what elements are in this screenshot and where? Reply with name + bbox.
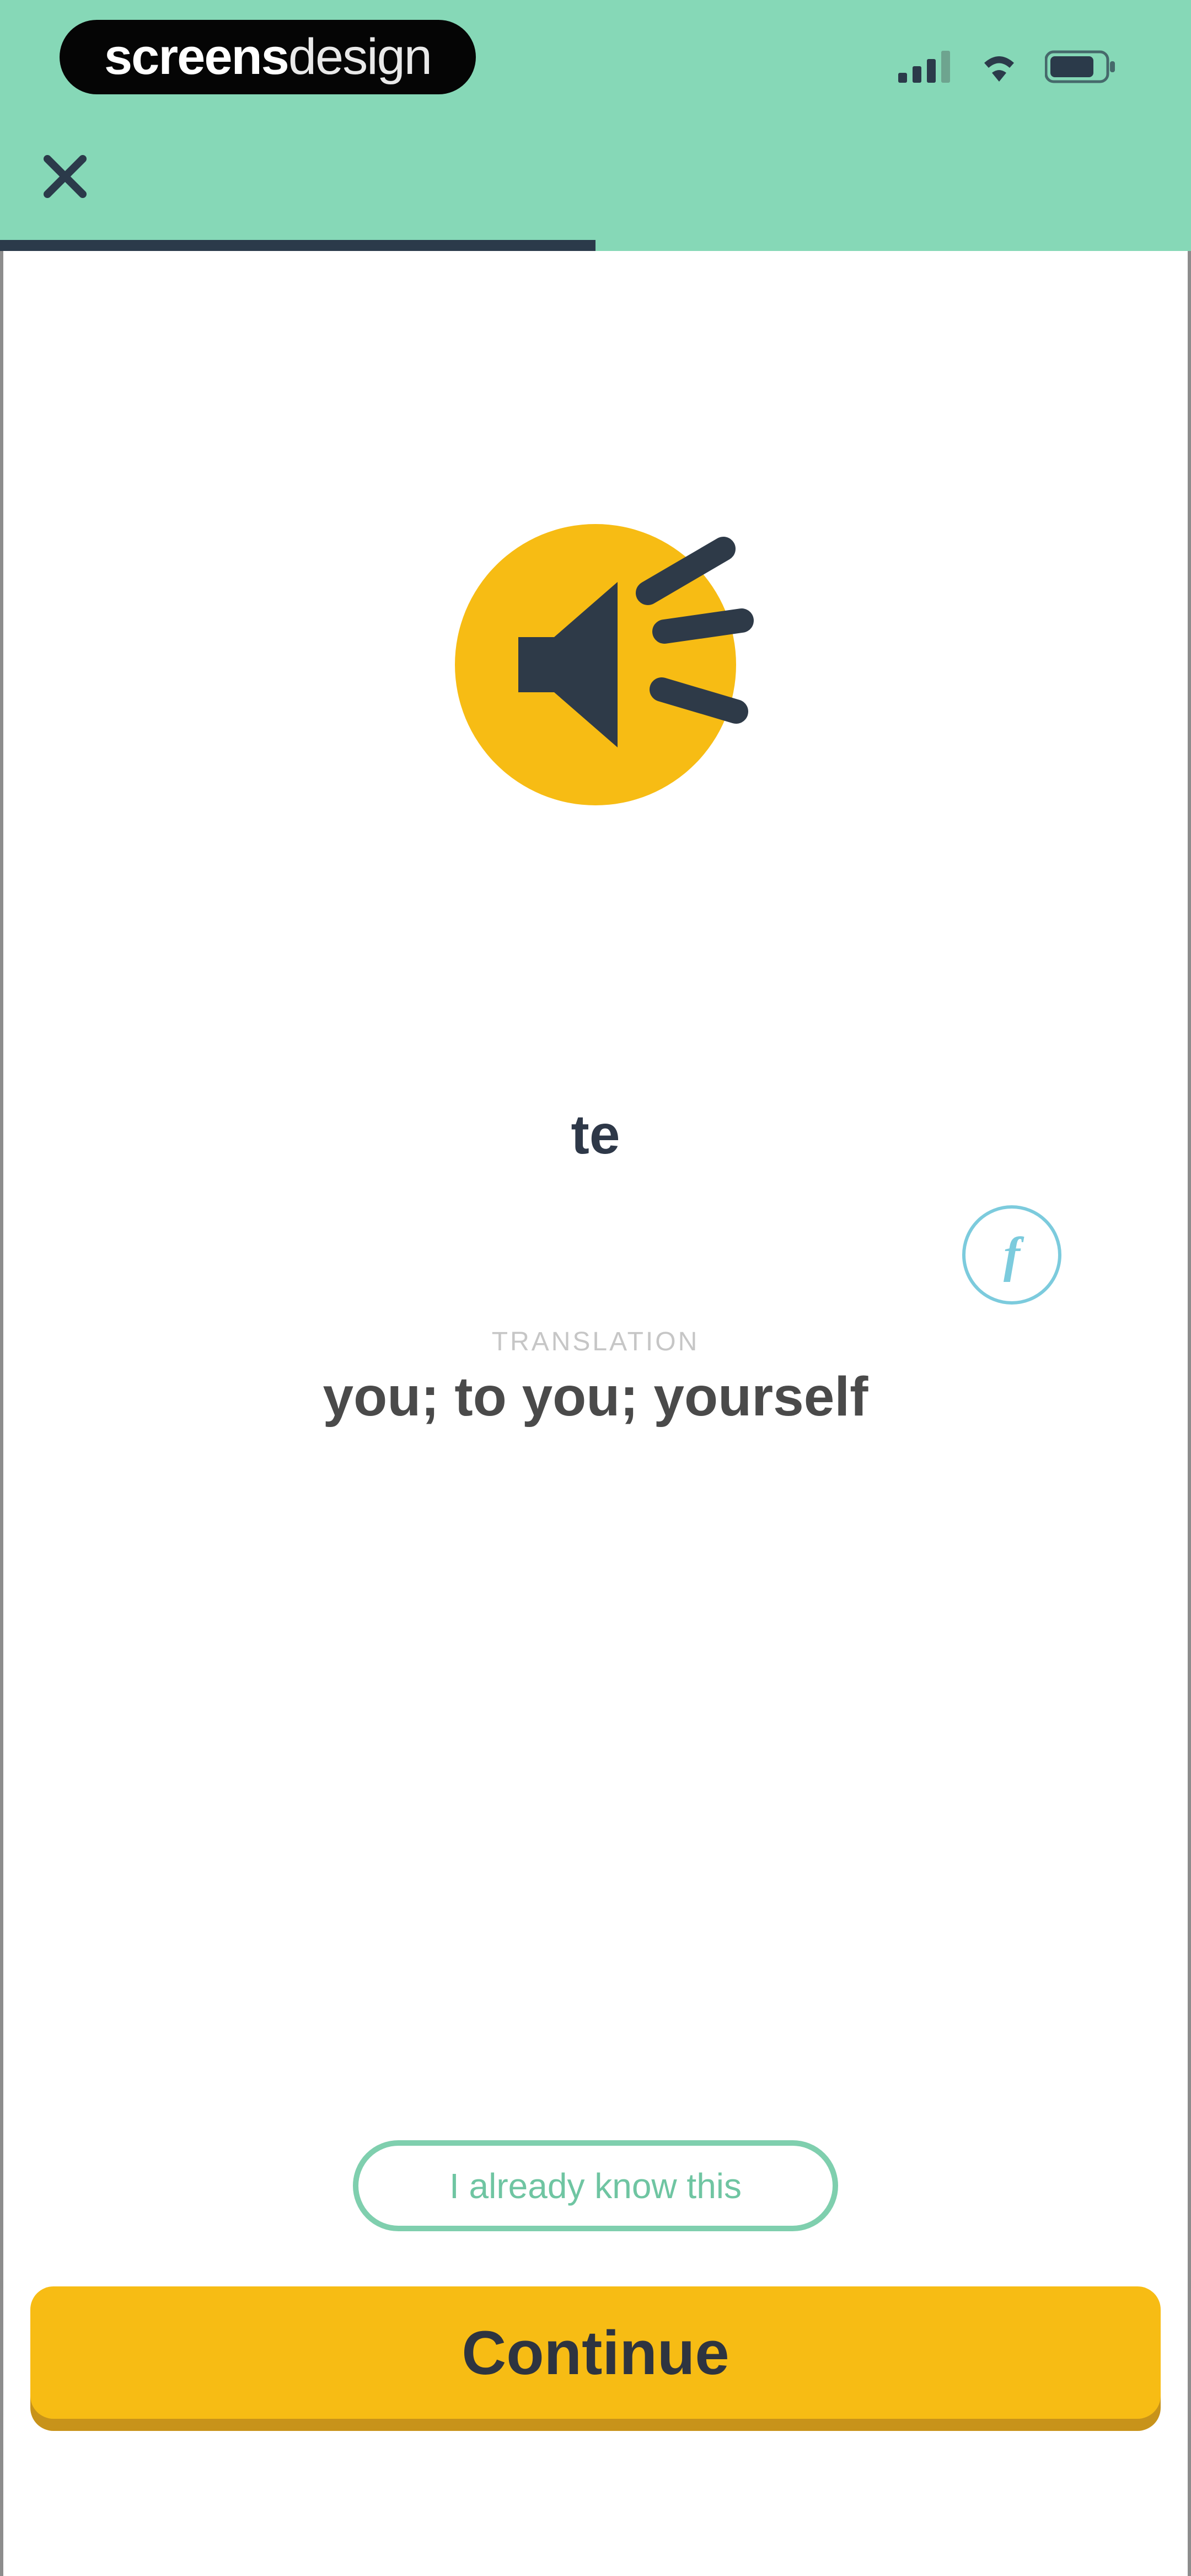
play-audio-button[interactable] bbox=[452, 521, 761, 808]
translation-label: TRANSLATION bbox=[491, 1327, 700, 1356]
brand-logo: screens design bbox=[60, 20, 476, 94]
brand-logo-light: design bbox=[288, 29, 432, 85]
hint-button[interactable]: f bbox=[962, 1205, 1061, 1305]
translation-text: you; to you; yourself bbox=[323, 1366, 868, 1428]
close-button[interactable] bbox=[37, 149, 93, 204]
brand-logo-bold: screens bbox=[104, 29, 289, 85]
wifi-icon bbox=[980, 52, 1018, 84]
header-bar: screens design bbox=[0, 0, 1191, 251]
continue-button[interactable]: Continue bbox=[30, 2286, 1161, 2419]
signal-icon bbox=[898, 51, 953, 85]
battery-icon bbox=[1044, 50, 1117, 87]
close-icon bbox=[44, 155, 87, 198]
lesson-progress-bar bbox=[0, 240, 1191, 251]
hint-icon: f bbox=[1004, 1227, 1020, 1282]
vocab-word: te bbox=[571, 1104, 620, 1166]
speaker-icon bbox=[455, 524, 754, 805]
already-know-button[interactable]: I already know this bbox=[353, 2140, 838, 2231]
lesson-progress-fill bbox=[0, 240, 596, 251]
status-bar-icons bbox=[898, 50, 1117, 87]
